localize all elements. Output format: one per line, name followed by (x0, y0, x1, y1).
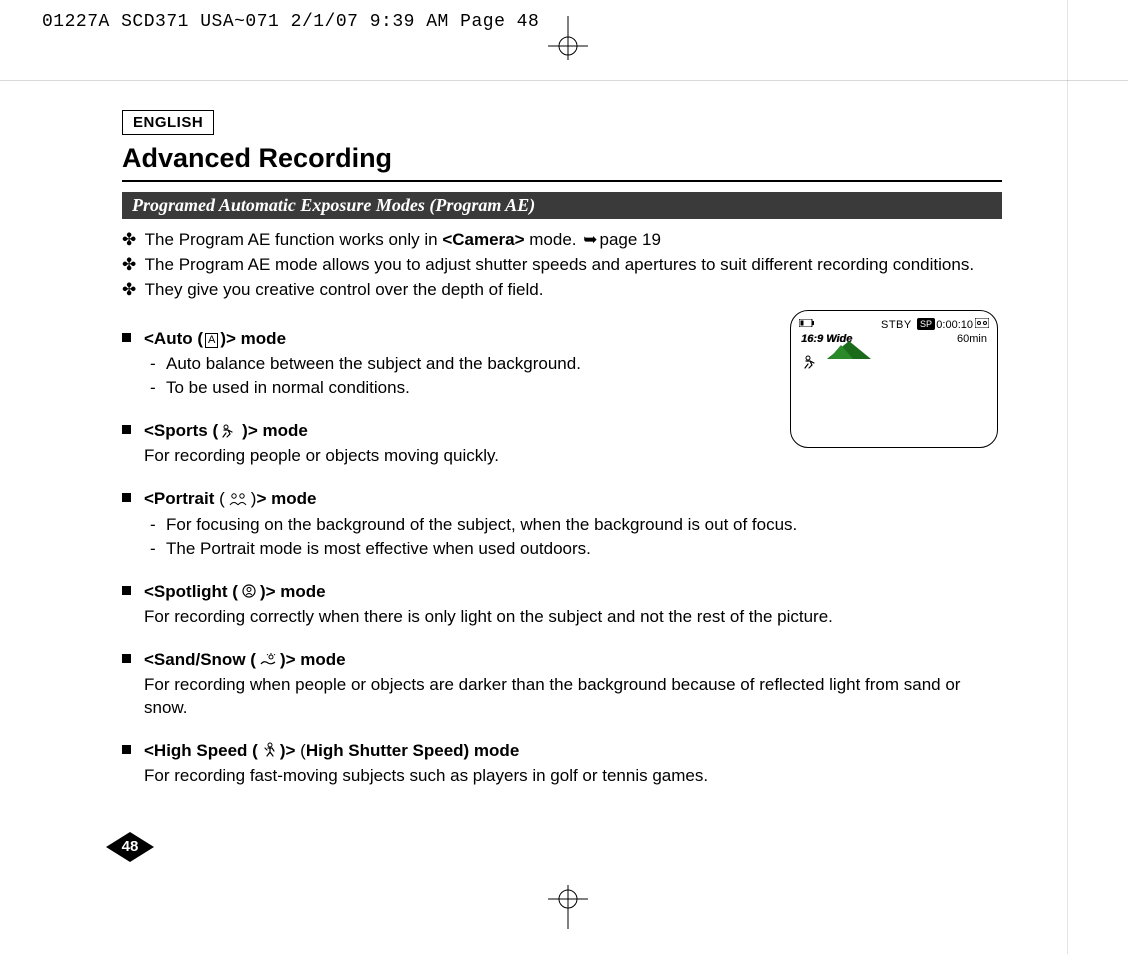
crop-line-v (1067, 0, 1068, 954)
sports-mode-icon (803, 355, 821, 372)
text: )> mode (260, 582, 326, 601)
page-number-badge: 48 (106, 832, 154, 862)
text: <Sand/Snow ( (144, 650, 256, 669)
title-rule (122, 180, 1002, 182)
language-badge: ENGLISH (122, 110, 214, 135)
mode-portrait: <Portrait ()> mode For focusing on the b… (122, 488, 1002, 562)
mode-desc: For recording fast-moving subjects such … (144, 765, 1002, 788)
camera-mode-label: <Camera> (442, 230, 524, 249)
text: The Program AE function works only in (145, 230, 443, 249)
text: )> mode (280, 650, 346, 669)
mode-desc: For recording when people or objects are… (144, 674, 1002, 720)
prepress-header: 01227A SCD371 USA~071 2/1/07 9:39 AM Pag… (42, 12, 539, 32)
stby-label: STBY (881, 319, 912, 331)
page-title: Advanced Recording (122, 143, 1002, 174)
square-bullet-icon (122, 333, 131, 342)
battery-icon (799, 319, 815, 330)
text: <Spotlight ( (144, 582, 238, 601)
text: )> (280, 741, 296, 760)
mode-spotlight: <Spotlight ( )> mode For recording correc… (122, 581, 1002, 629)
square-bullet-icon (122, 493, 131, 502)
square-bullet-icon (122, 654, 131, 663)
timecode: 0:00:10 (936, 319, 973, 331)
text: <Sports ( (144, 421, 218, 440)
spotlight-icon (241, 583, 257, 606)
page-number: 48 (106, 832, 154, 862)
text: <Auto ( (144, 329, 203, 348)
bullet-icon: ✤ (122, 280, 136, 299)
highspeed-icon (261, 742, 277, 765)
text: > mode (256, 489, 316, 508)
camcorder-screen: STBY SP 0:00:10 60min 16:9 Wide (790, 310, 998, 448)
bullet-icon: ✤ (122, 255, 136, 274)
remaining-time: 60min (957, 333, 987, 345)
cassette-icon (975, 318, 989, 331)
square-bullet-icon (122, 586, 131, 595)
sports-icon (221, 422, 239, 445)
text: mode. (525, 230, 582, 249)
mode-heading: <Spotlight ( )> mode (144, 582, 326, 601)
bullet-icon: ✤ (122, 230, 136, 249)
mode-heading: <Auto (A)> mode (144, 329, 286, 348)
mode-heading: <High Speed ( )> (High Shutter Speed) mod… (144, 741, 519, 760)
landscape-icon (827, 341, 871, 364)
section-heading-bar: Programed Automatic Exposure Modes (Prog… (122, 192, 1002, 219)
crop-line-h (0, 80, 1128, 81)
text: )> mode (220, 329, 286, 348)
sub-item: The Portrait mode is most effective when… (144, 538, 1002, 561)
mode-desc: For recording correctly when there is on… (144, 606, 1002, 629)
text: ( (295, 741, 305, 760)
intro-line-3: ✤ They give you creative control over th… (122, 279, 1002, 302)
sp-badge: SP (917, 318, 935, 330)
text: ( (214, 489, 224, 508)
registration-mark-top (548, 16, 588, 65)
content-area: ENGLISH Advanced Recording Programed Aut… (122, 110, 1002, 808)
page: { "print_header": "01227A SCD371 USA~071… (0, 0, 1128, 954)
square-bullet-icon (122, 425, 131, 434)
mode-sandsnow: <Sand/Snow ( )> mode For recording when p… (122, 649, 1002, 720)
mode-heading: <Portrait ()> mode (144, 489, 316, 508)
intro-line-1: ✤ The Program AE function works only in … (122, 229, 1002, 252)
text: They give you creative control over the … (145, 280, 544, 299)
arrow-icon: ➥ (583, 229, 597, 252)
sandsnow-icon (259, 651, 277, 674)
auto-a-icon: A (205, 333, 218, 348)
sub-item: For focusing on the background of the su… (144, 514, 1002, 537)
registration-mark-bottom (548, 885, 588, 934)
intro-block: ✤ The Program AE function works only in … (122, 229, 1002, 302)
mode-heading: <Sand/Snow ( )> mode (144, 650, 346, 669)
mode-desc: For recording people or objects moving q… (144, 445, 1002, 468)
portrait-icon (228, 490, 248, 513)
intro-line-2: ✤ The Program AE mode allows you to adju… (122, 254, 1002, 277)
square-bullet-icon (122, 745, 131, 754)
text: The Program AE mode allows you to adjust… (145, 255, 974, 274)
mode-highspeed: <High Speed ( )> (High Shutter Speed) mod… (122, 740, 1002, 788)
page-ref: page 19 (600, 230, 661, 249)
mode-heading: <Sports ( )> mode (144, 421, 308, 440)
text: High Shutter Speed) mode (306, 741, 519, 760)
text: )> mode (242, 421, 308, 440)
text: <Portrait (144, 489, 214, 508)
text: <High Speed ( (144, 741, 258, 760)
